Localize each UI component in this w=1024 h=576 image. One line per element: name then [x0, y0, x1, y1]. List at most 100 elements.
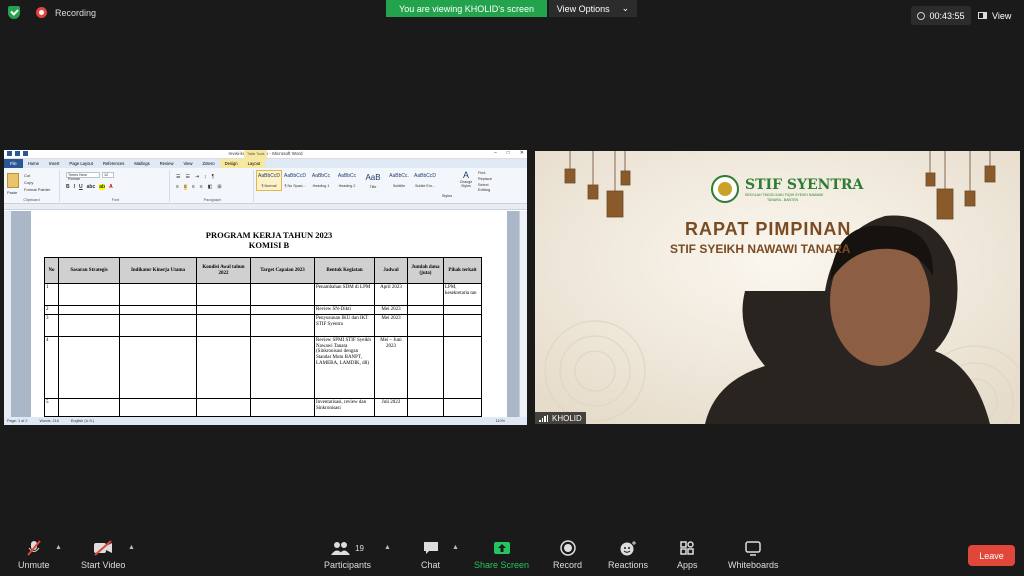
table-cell[interactable] [196, 283, 251, 306]
align-buttons[interactable]: ≡ ≡ ≡ ≡ ◧ ⊞ [176, 184, 222, 190]
close-icon[interactable]: ✕ [520, 150, 524, 156]
ribbon-tab-page-layout[interactable]: Page Layout [64, 161, 98, 166]
table-cell[interactable] [443, 313, 482, 337]
chat-button[interactable]: Chat [421, 540, 440, 570]
table-cell[interactable]: Mei – Juni 2023 [374, 335, 408, 399]
ribbon-tab-zotero[interactable]: Zotero [197, 161, 219, 166]
shading-icon[interactable]: ◧ [208, 184, 213, 190]
borders-icon[interactable]: ⊞ [217, 184, 221, 190]
indent-icon[interactable]: ⇥ [195, 174, 199, 180]
table-cell[interactable] [443, 305, 482, 315]
font-format-buttons[interactable]: B I Uabc ab A [66, 184, 113, 190]
table-cell[interactable]: Inventarisasi, review dan Sinkronisasi [314, 397, 375, 417]
table-cell[interactable] [250, 335, 315, 399]
reactions-button[interactable]: Reactions [608, 540, 648, 570]
view-button[interactable]: View [978, 6, 1020, 25]
style-item[interactable]: AaBbCc Heading 2 [334, 170, 360, 191]
table-cell[interactable]: Review SPMI STIF Syeikh Nawawi Tanara (S… [314, 335, 375, 399]
word-count[interactable]: Words: 216 [39, 419, 58, 423]
change-styles-button[interactable]: A Change Styles [456, 170, 476, 200]
table-cell[interactable] [119, 397, 197, 417]
unmute-button[interactable]: Unmute [18, 540, 50, 570]
copy-button[interactable]: Copy [24, 180, 33, 185]
minimize-icon[interactable]: – [494, 150, 497, 156]
table-cell[interactable] [58, 335, 120, 399]
table-cell[interactable]: 4 [44, 335, 59, 399]
table-cell[interactable] [407, 313, 444, 337]
replace-button[interactable]: Replace [478, 177, 518, 181]
video-options-chevron-icon[interactable]: ▲ [128, 544, 135, 551]
font-color-icon[interactable]: A [109, 184, 113, 190]
table-row[interactable]: 4 Review SPMI STIF Syeikh Nawawi Tanara (… [44, 335, 482, 399]
vertical-scrollbar[interactable] [519, 211, 527, 417]
whiteboards-button[interactable]: Whiteboards [728, 540, 779, 570]
table-cell[interactable]: Penyusunan IKU dan IKT STIF Syentra [314, 313, 375, 337]
table-cell[interactable] [250, 305, 315, 315]
table-cell[interactable] [196, 313, 251, 337]
style-item[interactable]: AaBbCc Heading 1 [308, 170, 334, 191]
maximize-icon[interactable]: □ [507, 150, 510, 156]
table-cell[interactable]: Review SN-Dikti [314, 305, 375, 315]
find-button[interactable]: Find [478, 171, 518, 175]
style-item[interactable]: AaBbCc. Subtitle [386, 170, 412, 191]
table-cell[interactable]: Mei 2023 [374, 313, 408, 337]
italic-icon[interactable]: I [74, 184, 75, 190]
ribbon-tab-insert[interactable]: Insert [44, 161, 64, 166]
vertical-ruler[interactable] [4, 211, 11, 417]
window-controls[interactable]: – □ ✕ [494, 150, 524, 156]
chat-options-chevron-icon[interactable]: ▲ [452, 544, 459, 551]
table-row[interactable]: 1 Penambahan SDM di LPM April 2023 LPM, kes… [44, 283, 482, 306]
table-cell[interactable] [119, 283, 197, 306]
record-button[interactable]: Record [553, 540, 582, 570]
justify-icon[interactable]: ≡ [200, 184, 203, 190]
style-item[interactable]: AaB Title [360, 170, 386, 191]
paste-icon[interactable] [7, 173, 19, 188]
security-shield-icon[interactable] [8, 6, 20, 19]
table-cell[interactable] [58, 397, 120, 417]
table-cell[interactable]: Penambahan SDM di LPM [314, 283, 375, 306]
pilcrow-icon[interactable]: ¶ [212, 174, 215, 180]
numbering-icon[interactable]: ☰ [185, 174, 189, 180]
document-page[interactable]: PROGRAM KERJA TAHUN 2023 KOMISI B No Sasar… [31, 211, 507, 417]
table-cell[interactable] [250, 283, 315, 306]
format-painter-button[interactable]: Format Painter [24, 187, 50, 192]
ribbon-tab-mailings[interactable]: Mailings [129, 161, 154, 166]
ribbon-tab-file[interactable]: File [4, 159, 23, 168]
table-cell[interactable] [119, 335, 197, 399]
table-cell[interactable] [250, 313, 315, 337]
ribbon-tab-layout[interactable]: Layout [242, 159, 266, 168]
table-cell[interactable] [407, 397, 444, 417]
table-cell[interactable] [119, 313, 197, 337]
ribbon-tab-design[interactable]: Design [219, 159, 243, 168]
underline-icon[interactable]: U [79, 184, 83, 190]
table-cell[interactable]: 1 [44, 283, 59, 306]
table-cell[interactable]: 3 [44, 313, 59, 337]
table-cell[interactable]: 2 [44, 305, 59, 315]
table-cell[interactable] [407, 305, 444, 315]
work-program-table[interactable]: No Sasaran Strategis Indikator Kinerja Uta… [44, 257, 482, 417]
language[interactable]: English (U.S.) [71, 419, 94, 423]
leave-button[interactable]: Leave [968, 545, 1015, 566]
style-item[interactable]: AaBbCcD ¶ No Spaci... [282, 170, 308, 191]
horizontal-ruler[interactable] [4, 204, 527, 210]
table-cell[interactable] [196, 305, 251, 315]
table-row[interactable]: 3 Penyusunan IKU dan IKT STIF Syentra Mei … [44, 313, 482, 337]
table-cell[interactable] [196, 397, 251, 417]
zoom-level[interactable]: 110% [496, 419, 505, 423]
ribbon-tab-home[interactable]: Home [23, 161, 44, 166]
sort-icon[interactable]: ↕ [204, 174, 207, 180]
audio-options-chevron-icon[interactable]: ▲ [55, 544, 62, 551]
share-screen-button[interactable]: Share Screen [474, 540, 529, 570]
table-cell[interactable]: LPM, kesekretaria tan [443, 283, 482, 306]
ribbon-tab-references[interactable]: References [98, 161, 129, 166]
align-left-icon[interactable]: ≡ [176, 184, 179, 190]
cut-button[interactable]: Cut [24, 173, 30, 178]
participants-options-chevron-icon[interactable]: ▲ [384, 544, 391, 551]
styles-gallery[interactable]: AaBbCcD ¶ Normal AaBbCcD ¶ No Spaci... AaBbC… [256, 170, 438, 191]
table-cell[interactable]: April 2023 [374, 283, 408, 306]
table-cell[interactable] [196, 335, 251, 399]
list-buttons[interactable]: ☰ ☰ ⇥ ↕ ¶ [176, 174, 214, 180]
recording-indicator[interactable]: Recording [8, 6, 96, 19]
table-cell[interactable] [250, 397, 315, 417]
table-cell[interactable] [58, 283, 120, 306]
